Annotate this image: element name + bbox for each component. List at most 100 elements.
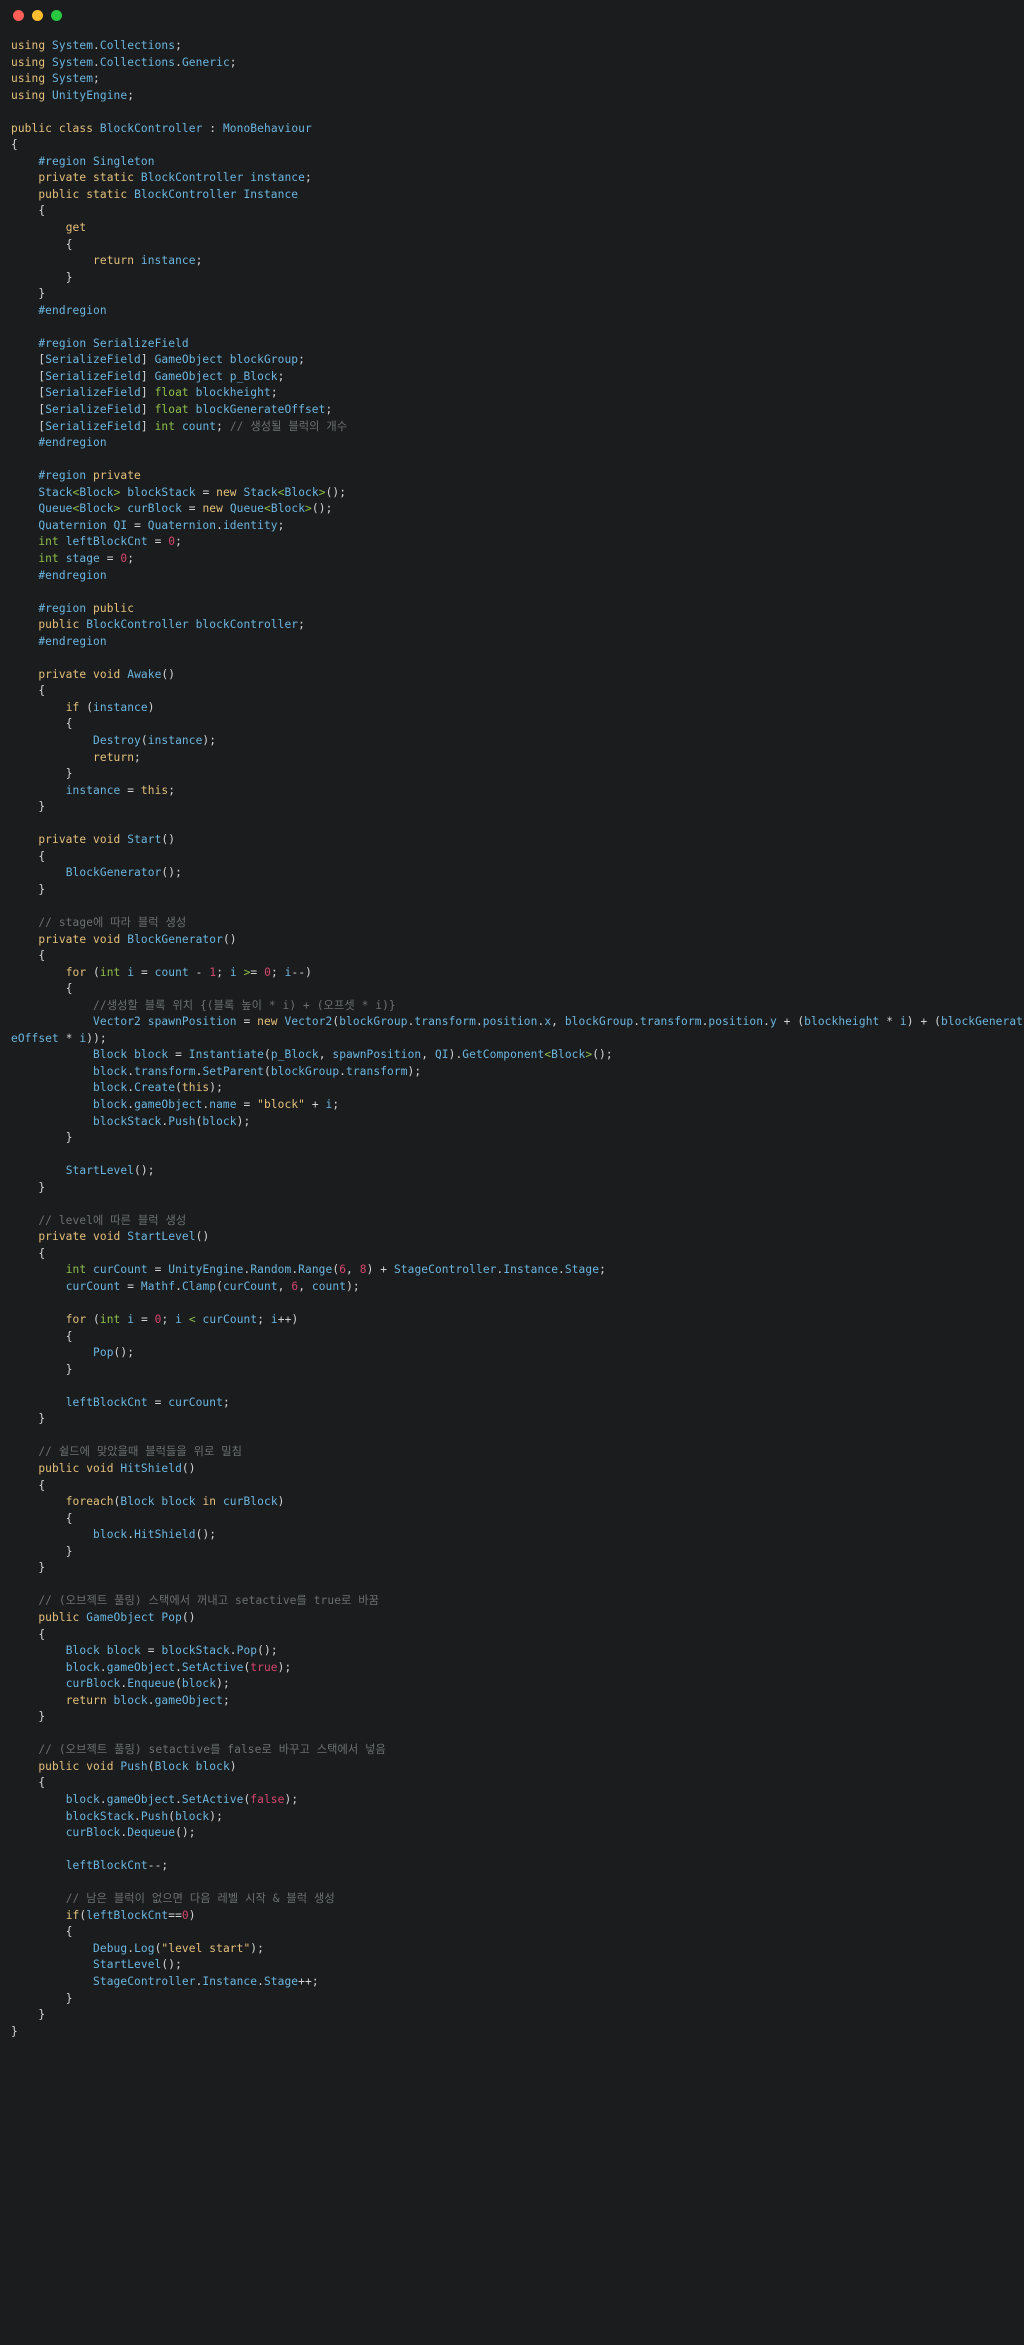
code-line: public class BlockController : MonoBehav… <box>11 121 312 135</box>
code-line: // 쉴드에 맞았을때 블럭들을 위로 밀침 <box>38 1445 243 1459</box>
code-line: return block.gameObject; <box>65 1693 230 1707</box>
code-line: } <box>38 287 46 301</box>
code-line: block.HitShield(); <box>93 1528 217 1542</box>
code-line: public void HitShield() <box>38 1462 196 1476</box>
code-line: using System.Collections.Generic; <box>11 55 237 69</box>
code-line: { <box>38 849 46 863</box>
code-line: } <box>38 1412 46 1426</box>
code-line: curBlock.Dequeue(); <box>65 1826 196 1840</box>
code-line: { <box>65 1925 73 1939</box>
code-line: BlockGenerator(); <box>65 866 182 880</box>
code-line: } <box>38 800 46 814</box>
code-line: int leftBlockCnt = 0; <box>38 535 182 549</box>
code-line: StageController.Instance.Stage++; <box>93 1974 319 1988</box>
code-line: } <box>65 1544 73 1558</box>
code-line: { <box>65 237 73 251</box>
code-line: [SerializeField] float blockheight; <box>38 386 278 400</box>
code-line: Queue<Block> curBlock = new Queue<Block>… <box>38 502 333 516</box>
code-line: leftBlockCnt--; <box>65 1859 169 1873</box>
code-line: { <box>65 1511 73 1525</box>
code-line: leftBlockCnt = curCount; <box>65 1395 230 1409</box>
code-line: Debug.Log("level start"); <box>93 1941 264 1955</box>
code-line: [SerializeField] float blockGenerateOffs… <box>38 403 333 417</box>
code-line: private void Awake() <box>38 667 176 681</box>
code-line: { <box>38 1246 46 1260</box>
code-line: // level에 따른 블럭 생성 <box>38 1213 187 1227</box>
code-line: #region SerializeField <box>38 336 189 350</box>
code-line: } <box>38 1710 46 1724</box>
code-line: get <box>65 221 87 235</box>
code-line: [SerializeField] GameObject blockGroup; <box>38 353 305 367</box>
code-line: { <box>38 204 46 218</box>
code-line: blockStack.Push(block); <box>93 1114 251 1128</box>
code-line: Pop(); <box>93 1346 135 1360</box>
code-line: blockStack.Push(block); <box>65 1809 223 1823</box>
code-line: using System; <box>11 72 100 86</box>
code-line: for (int i = count - 1; i >= 0; i--) <box>65 965 312 979</box>
code-line: block.gameObject.SetActive(false); <box>65 1792 299 1806</box>
code-line: { <box>38 684 46 698</box>
code-line: return; <box>93 750 141 764</box>
code-line: { <box>38 949 46 963</box>
minimize-window-button[interactable] <box>32 9 43 21</box>
code-line: #region private <box>38 469 141 483</box>
code-line: #endregion <box>38 634 107 648</box>
code-editor-content[interactable]: using System.Collections; using System.Co… <box>0 30 1024 2050</box>
code-line: block.gameObject.name = "block" + i; <box>93 1098 340 1111</box>
code-line: // 남은 블럭이 없으면 다음 레벨 시작 & 블럭 생성 <box>65 1892 335 1906</box>
code-line: int curCount = UnityEngine.Random.Range(… <box>65 1263 606 1277</box>
code-line: private void StartLevel() <box>38 1230 210 1244</box>
code-line: using UnityEngine; <box>11 88 135 102</box>
window-titlebar <box>0 0 1024 30</box>
code-line: Stack<Block> blockStack = new Stack<Bloc… <box>38 485 347 499</box>
code-line: // (오브젝트 풀링) 스택에서 꺼내고 setactive를 true로 바… <box>38 1594 380 1608</box>
code-line: } <box>38 2008 46 2022</box>
code-line: Block block = Instantiate(p_Block, spawn… <box>93 1048 613 1062</box>
code-line: Destroy(instance); <box>93 733 217 747</box>
code-line: public BlockController blockController; <box>38 618 305 632</box>
code-line: private static BlockController instance; <box>38 171 312 185</box>
code-line: } <box>38 1180 46 1194</box>
code-line: } <box>65 1131 73 1145</box>
code-line: } <box>11 2024 18 2038</box>
code-line: curCount = Mathf.Clamp(curCount, 6, coun… <box>65 1280 360 1294</box>
code-line: for (int i = 0; i < curCount; i++) <box>65 1313 299 1327</box>
code-line: #endregion <box>38 568 107 582</box>
close-window-button[interactable] <box>13 9 24 21</box>
code-line: StartLevel(); <box>93 1958 182 1972</box>
maximize-window-button[interactable] <box>51 9 62 21</box>
code-line: using System.Collections; <box>11 39 182 52</box>
code-line: block.Create(this); <box>93 1081 223 1095</box>
code-line: #region Singleton <box>38 154 155 168</box>
code-line: // (오브젝트 풀링) setactive를 false로 바꾸고 스택에서 … <box>38 1743 386 1757</box>
code-line: [SerializeField] int count; // 생성될 블럭의 개… <box>38 419 348 433</box>
code-line: instance = this; <box>65 783 176 797</box>
code-line: private void Start() <box>38 833 176 847</box>
code-line: } <box>65 767 73 781</box>
code-line: public GameObject Pop() <box>38 1610 196 1624</box>
code-line: if(leftBlockCnt==0) <box>65 1908 196 1922</box>
code-line: curBlock.Enqueue(block); <box>65 1677 230 1691</box>
code-line: Vector2 spawnPosition = new Vector2(bloc… <box>11 1015 1023 1045</box>
code-line: #endregion <box>38 436 107 450</box>
code-line: { <box>38 1478 46 1492</box>
code-line: block.gameObject.SetActive(true); <box>65 1660 292 1674</box>
code-line: block.transform.SetParent(blockGroup.tra… <box>93 1064 422 1078</box>
code-line: public void Push(Block block) <box>38 1759 237 1773</box>
code-line: #region public <box>38 601 135 615</box>
code-line: if (instance) <box>65 700 155 714</box>
